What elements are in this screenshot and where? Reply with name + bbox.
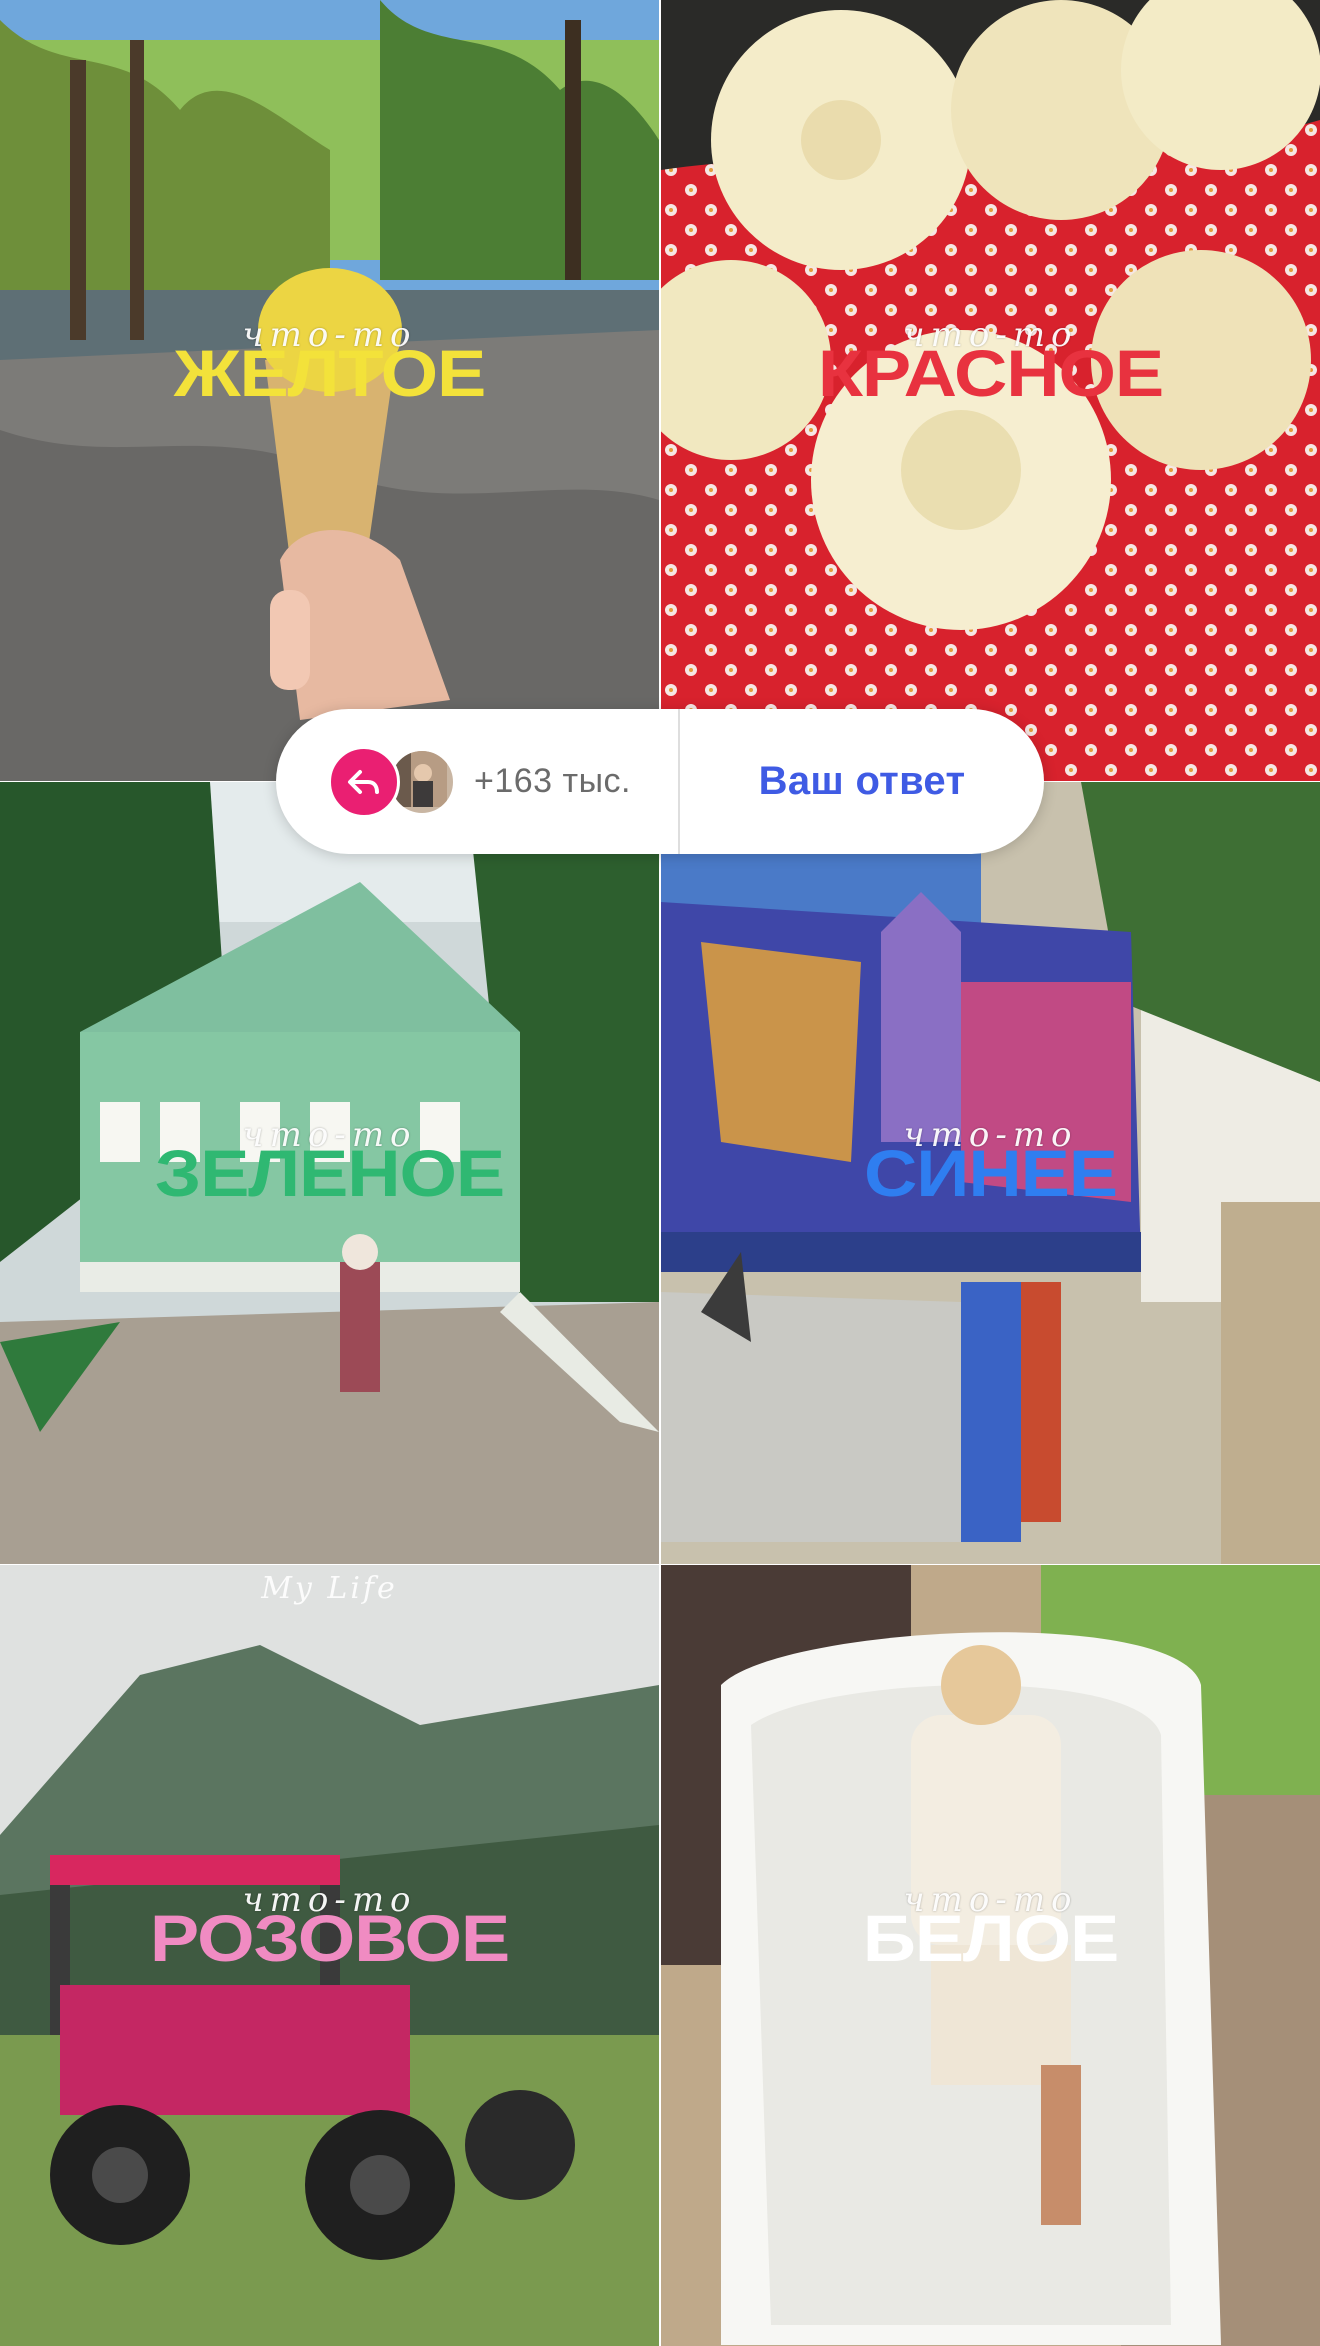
tile-green[interactable]: что-то ЗЕЛЕНОЕ (0, 782, 659, 1564)
green-house-photo (0, 782, 659, 1564)
bathtub-photo (661, 1565, 1320, 2346)
pink-vehicle-photo (0, 1565, 659, 2346)
tile-red[interactable]: что-то КРАСНОЕ (661, 0, 1320, 781)
paintings-photo (661, 782, 1320, 1564)
tile-yellow[interactable]: что-то ЖЕЛТОЕ (0, 0, 659, 781)
your-answer-button[interactable]: Ваш ответ (680, 709, 1044, 854)
tile-blue[interactable]: что-то СИНЕЕ (661, 782, 1320, 1564)
reply-arrow-icon[interactable] (328, 745, 400, 818)
story-color-grid: что-то ЖЕЛТОЕ что-то КРАСНОЕ что-то ЗЕЛЕ… (0, 0, 1320, 2346)
tile-white[interactable]: что-то БЕЛОЕ (661, 1565, 1320, 2346)
tile-pink[interactable]: My Life что-то РОЗОВОЕ (0, 1565, 659, 2346)
reactions-summary[interactable]: +163 тыс. (276, 709, 678, 854)
white-roses-photo (661, 0, 1320, 781)
ice-cream-park-photo (0, 0, 659, 781)
watermark: My Life (261, 1571, 398, 1606)
reply-bar: +163 тыс. Ваш ответ (276, 709, 1044, 854)
reply-count: +163 тыс. (474, 762, 631, 800)
